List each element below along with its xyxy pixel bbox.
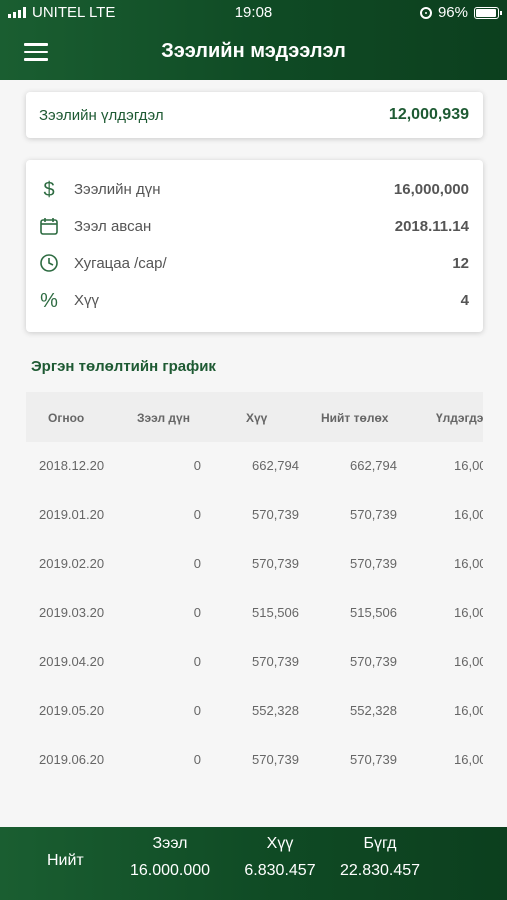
- table-row: 2019.02.20 0 570,739 570,739 16,00: [26, 540, 483, 589]
- table-cell: 16,00: [454, 605, 483, 620]
- total-interest: Хүү 6.830.457: [243, 835, 317, 880]
- column-header-interest: Хүү: [246, 411, 268, 425]
- table-cell: 2019.03.20: [39, 605, 105, 620]
- table-header: Огноо Зээл дүн Хүү Нийт төлөх Үлдэгдэ: [26, 392, 483, 442]
- schedule-title: Эргэн төлөлтийн график: [31, 358, 216, 375]
- total-sum-label: Бүгд: [363, 835, 397, 852]
- table-cell: 16,00: [454, 654, 483, 669]
- table-cell: 0: [193, 605, 201, 620]
- totals-bar: Нийт Зээл 16.000.000 Хүү 6.830.457 Бүгд …: [0, 827, 507, 900]
- total-interest-label: Хүү: [266, 835, 294, 852]
- info-value: 2018.11.14: [394, 218, 469, 235]
- table-cell: 570,739: [252, 654, 299, 669]
- table-cell: 16,00: [454, 752, 483, 767]
- info-label: Хугацаа /сар/: [74, 255, 167, 272]
- info-value: 12: [452, 255, 469, 272]
- dollar-icon: $: [43, 179, 55, 201]
- table-cell: 570,739: [350, 654, 397, 669]
- info-value: 4: [460, 292, 469, 309]
- table-cell: 0: [193, 556, 201, 571]
- table-cell: 570,739: [350, 507, 397, 522]
- column-header-total: Нийт төлөх: [321, 411, 389, 425]
- table-cell: 515,506: [252, 605, 299, 620]
- table-cell: 552,328: [350, 703, 397, 718]
- page-title: Зээлийн мэдээлэл: [161, 40, 346, 62]
- table-cell: 0: [193, 507, 201, 522]
- table-cell: 0: [193, 703, 201, 718]
- info-label: Зээл авсан: [74, 218, 152, 235]
- loan-info-card: $ Зээлийн дүн 16,000,000 Зээл авсан 2018…: [26, 160, 483, 332]
- total-loan: Зээл 16.000.000: [128, 835, 212, 880]
- calendar-icon: [38, 216, 60, 238]
- table-cell: 662,794: [350, 458, 397, 473]
- table-row: 2019.05.20 0 552,328 552,328 16,00: [26, 687, 483, 736]
- balance-value: 12,000,939: [388, 106, 469, 123]
- table-cell: 2019.02.20: [39, 556, 105, 571]
- table-row: 2019.04.20 0 570,739 570,739 16,00: [26, 638, 483, 687]
- info-row-rate: % Хүү 4: [26, 284, 483, 320]
- info-label: Зээлийн дүн: [74, 181, 161, 198]
- column-header-balance: Үлдэгдэ: [436, 411, 483, 425]
- table-cell: 2019.01.20: [39, 507, 105, 522]
- table-cell: 2019.06.20: [39, 752, 105, 767]
- info-label: Хүү: [74, 292, 100, 309]
- info-row-date: Зээл авсан 2018.11.14: [26, 210, 483, 246]
- balance-card: Зээлийн үлдэгдэл 12,000,939: [26, 92, 483, 138]
- table-cell: 16,00: [454, 507, 483, 522]
- table-row: 2018.12.20 0 662,794 662,794 16,00: [26, 442, 483, 491]
- table-cell: 0: [193, 654, 201, 669]
- table-cell: 552,328: [252, 703, 299, 718]
- percent-icon: %: [40, 290, 58, 312]
- battery-percent: 96%: [437, 4, 468, 21]
- table-cell: 662,794: [252, 458, 299, 473]
- column-header-principal: Зээл дүн: [137, 411, 190, 425]
- table-cell: 2019.05.20: [39, 703, 105, 718]
- total-sum-value: 22.830.457: [339, 862, 421, 879]
- table-cell: 515,506: [350, 605, 397, 620]
- table-cell: 570,739: [350, 556, 397, 571]
- table-cell: 570,739: [350, 752, 397, 767]
- status-bar: UNITEL LTE 19:08 96%: [0, 0, 507, 26]
- clock-icon: [38, 253, 60, 275]
- table-row: 2019.06.20 0 570,739 570,739 16,00: [26, 736, 483, 785]
- table-cell: 570,739: [252, 752, 299, 767]
- column-header-date: Огноо: [48, 411, 85, 425]
- info-row-term: Хугацаа /сар/ 12: [26, 247, 483, 283]
- info-value: 16,000,000: [393, 181, 469, 198]
- table-cell: 0: [193, 752, 201, 767]
- total-interest-value: 6.830.457: [244, 862, 316, 879]
- info-row-amount: $ Зээлийн дүн 16,000,000: [26, 173, 483, 209]
- table-cell: 16,00: [454, 556, 483, 571]
- battery-icon: [474, 6, 502, 19]
- table-row: 2019.01.20 0 570,739 570,739 16,00: [26, 491, 483, 540]
- table-cell: 570,739: [252, 507, 299, 522]
- totals-label: Нийт: [47, 852, 84, 869]
- table-cell: 16,00: [454, 458, 483, 473]
- balance-label: Зээлийн үлдэгдэл: [39, 107, 164, 124]
- app-header: UNITEL LTE 19:08 96% Зээлийн мэдээлэл: [0, 0, 507, 80]
- table-cell: 570,739: [252, 556, 299, 571]
- total-loan-label: Зээл: [152, 835, 188, 852]
- schedule-table[interactable]: Огноо Зээл дүн Хүү Нийт төлөх Үлдэгдэ 20…: [26, 392, 483, 812]
- orientation-lock-icon: [419, 6, 432, 19]
- total-loan-value: 16.000.000: [129, 862, 211, 879]
- table-cell: 0: [193, 458, 201, 473]
- table-row: 2019.03.20 0 515,506 515,506 16,00: [26, 589, 483, 638]
- table-cell: 2019.04.20: [39, 654, 105, 669]
- table-cell: 2018.12.20: [39, 458, 105, 473]
- table-cell: 16,00: [454, 703, 483, 718]
- total-sum: Бүгд 22.830.457: [338, 835, 422, 880]
